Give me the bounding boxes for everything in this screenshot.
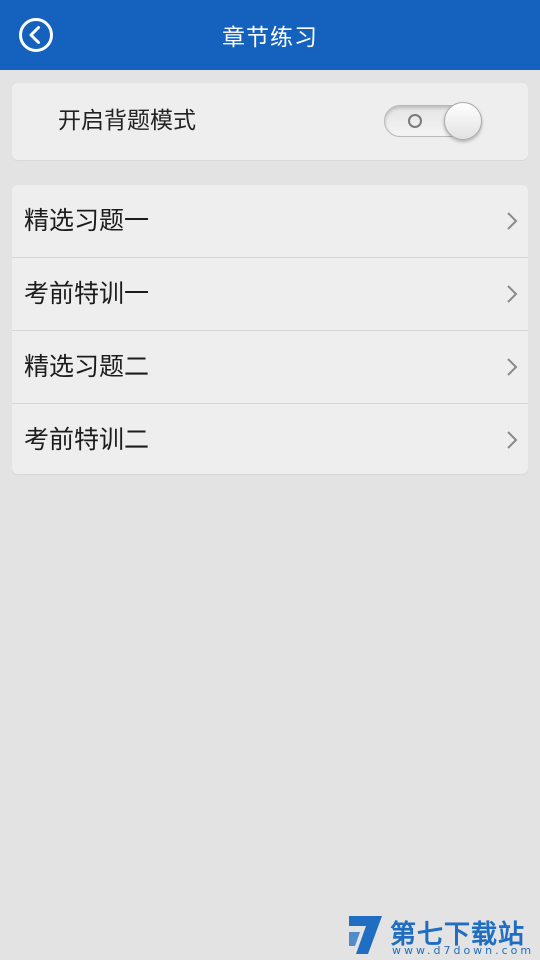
list-item[interactable]: 精选习题一 <box>12 185 528 258</box>
list-item-label: 精选习题一 <box>24 206 150 235</box>
recite-mode-switch[interactable] <box>384 102 482 140</box>
app-header: 章节练习 <box>0 0 540 70</box>
recite-mode-label: 开启背题模式 <box>58 108 196 134</box>
back-button[interactable] <box>18 17 54 53</box>
list-item-label: 考前特训二 <box>24 425 150 454</box>
back-arrow-circle-icon <box>19 18 53 52</box>
list-item-label: 考前特训一 <box>24 279 150 308</box>
chevron-right-icon <box>507 212 518 230</box>
list-item[interactable]: 考前特训一 <box>12 258 528 331</box>
list-item[interactable]: 精选习题二 <box>12 331 528 404</box>
chevron-right-icon <box>507 285 518 303</box>
watermark-url: www.d7down.com <box>392 944 535 957</box>
d7-logo-icon <box>349 916 382 954</box>
switch-off-icon <box>408 114 422 128</box>
list-item-label: 精选习题二 <box>24 352 150 381</box>
page-title: 章节练习 <box>222 25 318 51</box>
switch-knob <box>444 102 482 140</box>
chevron-right-icon <box>507 431 518 449</box>
watermark: 第七下载站 www.d7down.com <box>346 912 536 958</box>
recite-mode-row: 开启背题模式 <box>12 83 528 160</box>
list-item[interactable]: 考前特训二 <box>12 404 528 477</box>
chevron-right-icon <box>507 358 518 376</box>
exercise-list: 精选习题一 考前特训一 精选习题二 考前特训二 <box>12 185 528 474</box>
